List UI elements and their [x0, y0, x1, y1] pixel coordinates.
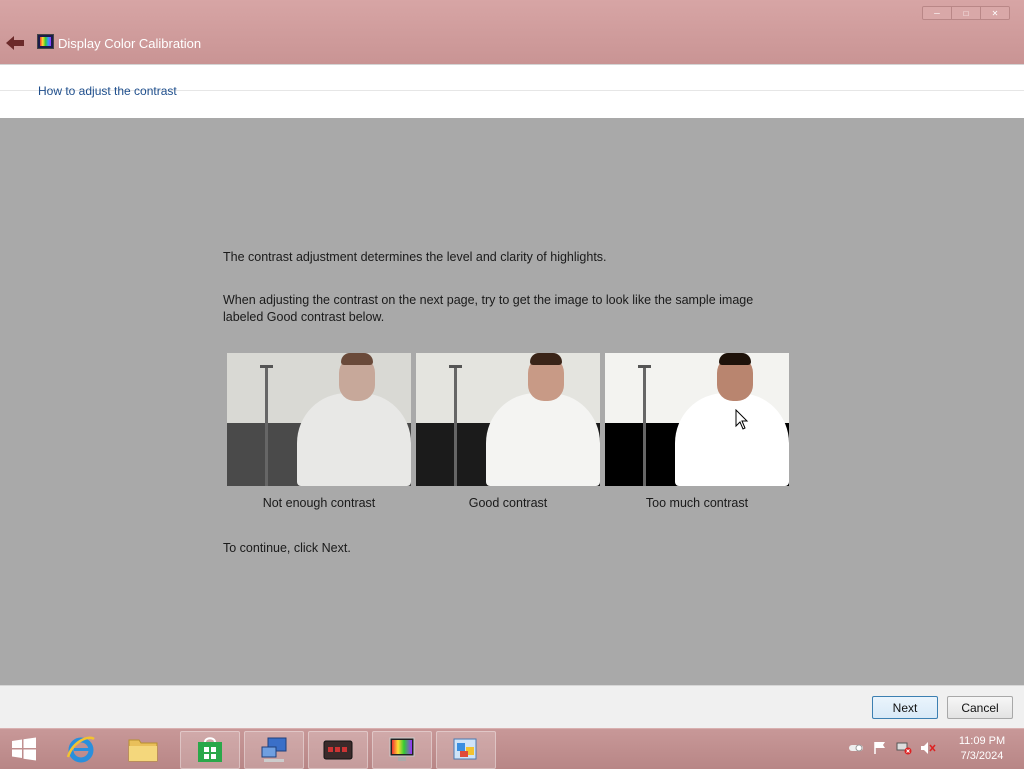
network-icon: [261, 737, 287, 762]
title-bar: ─ □ ✕ Display Color Calibration: [0, 0, 1024, 64]
control-panel-icon: [453, 738, 477, 760]
sample-caption: Not enough contrast: [262, 496, 376, 510]
main-content: The contrast adjustment determines the l…: [0, 117, 1024, 685]
mouse-cursor-icon: [735, 409, 749, 430]
minimize-button[interactable]: ─: [923, 7, 952, 19]
taskbar-item-network[interactable]: [244, 731, 304, 769]
sample-too-much-contrast: Too much contrast: [605, 353, 789, 510]
window-title: Display Color Calibration: [58, 36, 202, 51]
contrast-samples: Not enough contrast Good contrast Too mu…: [227, 353, 789, 510]
page-header: How to adjust the contrast: [0, 64, 1024, 118]
volume-muted-icon[interactable]: [920, 741, 936, 755]
display-calibration-icon: [389, 737, 415, 761]
network-disconnected-icon[interactable]: [896, 741, 912, 755]
window-controls: ─ □ ✕: [922, 6, 1010, 20]
media-icon: [323, 740, 353, 760]
sample-image-low-contrast: [227, 353, 411, 486]
wizard-footer: Next Cancel: [0, 685, 1024, 729]
toggle-icon[interactable]: [848, 741, 864, 755]
clock-date: 7/3/2024: [960, 750, 1004, 762]
start-button[interactable]: [10, 737, 38, 761]
back-arrow-icon: [6, 36, 24, 50]
display-calibration-icon: [37, 34, 54, 49]
system-tray: [848, 741, 936, 755]
page-title: How to adjust the contrast: [38, 84, 177, 98]
taskbar: 11:09 PM 7/3/2024: [0, 728, 1024, 769]
back-button[interactable]: [4, 32, 26, 54]
close-button[interactable]: ✕: [981, 7, 1009, 19]
store-icon: [198, 737, 222, 762]
sample-image-high-contrast: [605, 353, 789, 486]
intro-text: The contrast adjustment determines the l…: [223, 250, 607, 264]
sample-caption: Too much contrast: [645, 496, 749, 510]
file-explorer-icon: [128, 739, 158, 762]
cancel-button[interactable]: Cancel: [947, 696, 1013, 719]
sample-image-good-contrast: [416, 353, 600, 486]
taskbar-item-control-panel[interactable]: [436, 731, 496, 769]
taskbar-item-display-calibration[interactable]: [372, 731, 432, 769]
taskbar-clock[interactable]: 11:09 PM 7/3/2024: [952, 734, 1012, 764]
sample-caption: Good contrast: [468, 496, 548, 510]
instruction-text: When adjusting the contrast on the next …: [223, 293, 754, 324]
maximize-button[interactable]: □: [952, 7, 981, 19]
taskbar-item-internet-explorer[interactable]: [52, 731, 110, 767]
taskbar-item-media[interactable]: [308, 731, 368, 769]
taskbar-item-store[interactable]: [180, 731, 240, 769]
sample-not-enough-contrast: Not enough contrast: [227, 353, 411, 510]
next-button[interactable]: Next: [872, 696, 938, 719]
continue-text: To continue, click Next.: [223, 541, 351, 555]
start-icon: [12, 737, 36, 761]
taskbar-item-file-explorer[interactable]: [114, 731, 172, 767]
action-center-flag-icon[interactable]: [872, 741, 888, 755]
sample-good-contrast: Good contrast: [416, 353, 600, 510]
clock-time: 11:09 PM: [958, 735, 1006, 747]
internet-explorer-icon: [66, 736, 95, 763]
